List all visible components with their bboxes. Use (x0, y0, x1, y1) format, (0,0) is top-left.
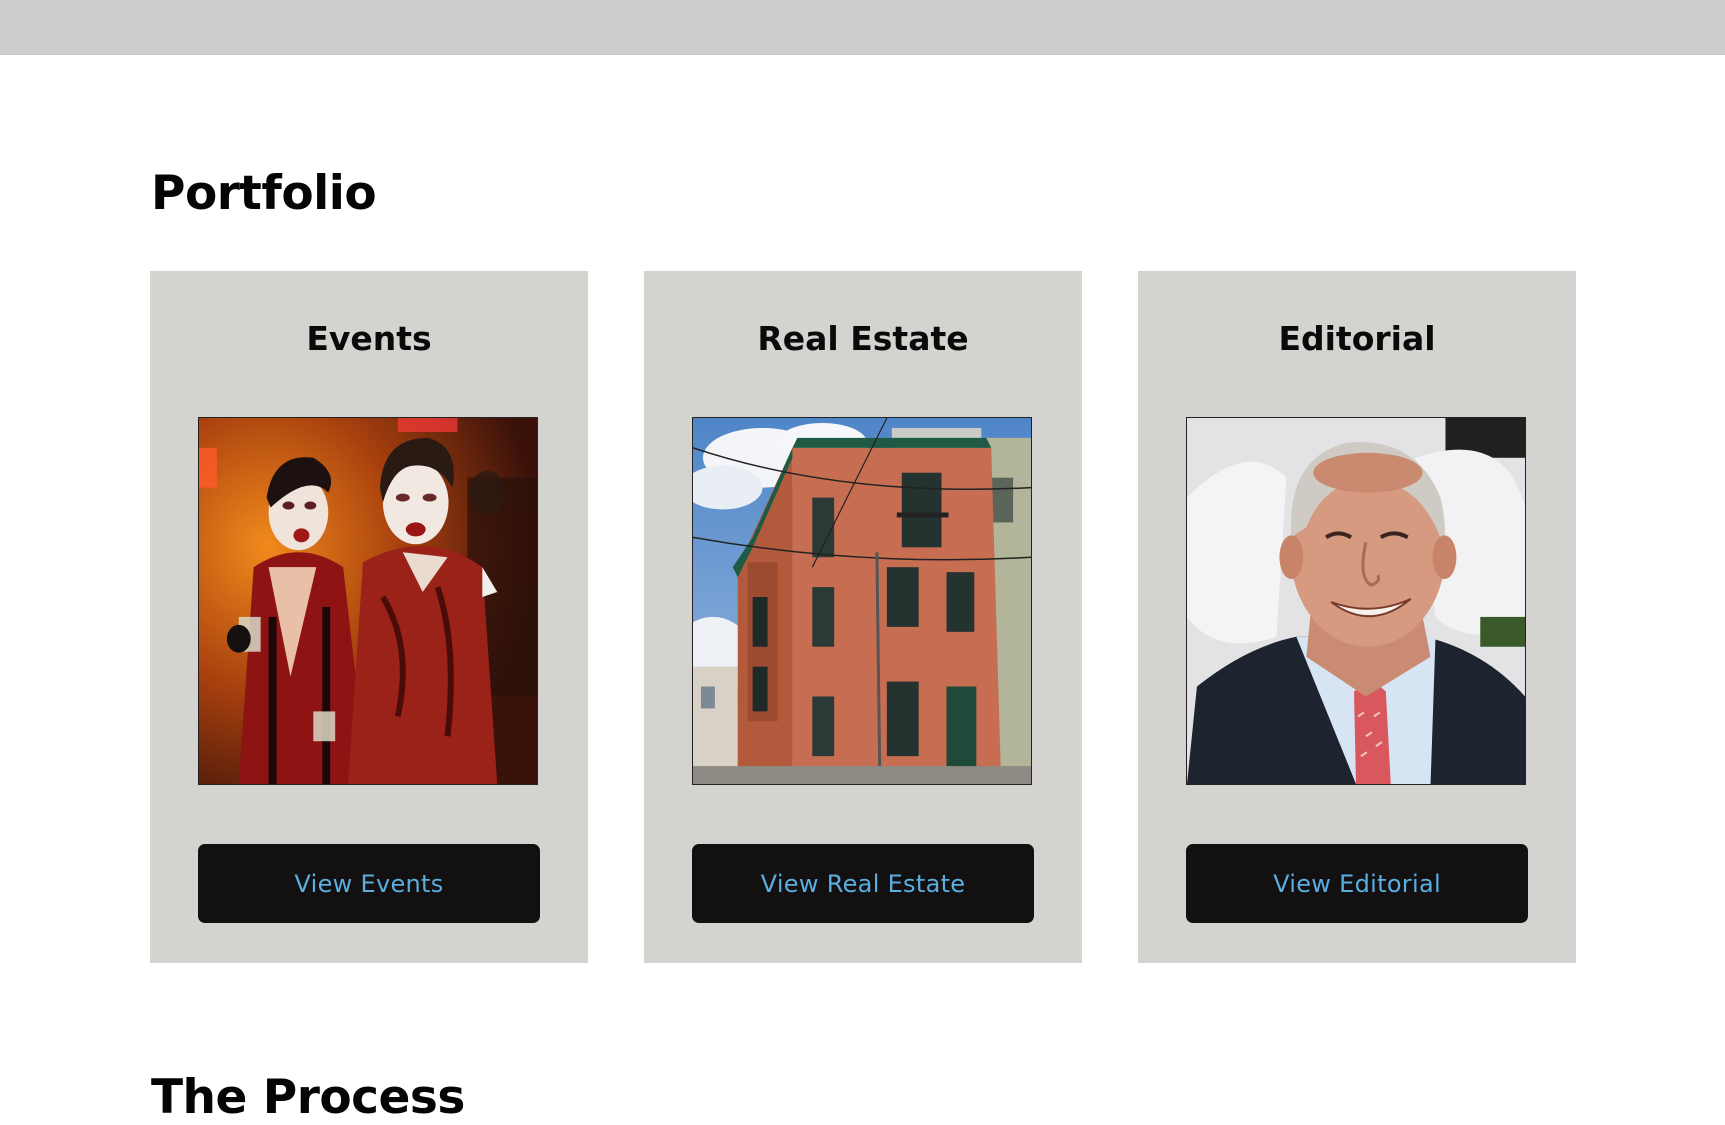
view-editorial-button[interactable]: View Editorial (1186, 844, 1528, 923)
card-title-editorial: Editorial (1278, 319, 1436, 358)
card-title-events: Events (306, 319, 432, 358)
top-bar (0, 0, 1725, 55)
view-real-estate-button[interactable]: View Real Estate (692, 844, 1034, 923)
card-title-real-estate: Real Estate (757, 319, 969, 358)
portfolio-heading: Portfolio (151, 166, 377, 221)
process-heading: The Process (151, 1070, 465, 1125)
real-estate-photo[interactable] (692, 417, 1032, 785)
portfolio-card-real-estate: Real Estate View Real Estate (644, 271, 1082, 963)
portfolio-card-editorial: Editorial View Editorial (1138, 271, 1576, 963)
portfolio-card-events: Events View Events (150, 271, 588, 963)
events-photo[interactable] (198, 417, 538, 785)
smiling-man-portrait-image (1187, 418, 1525, 784)
vampire-costume-party-image (199, 418, 537, 784)
view-events-button[interactable]: View Events (198, 844, 540, 923)
brick-townhouse-image (693, 418, 1031, 784)
editorial-photo[interactable] (1186, 417, 1526, 785)
